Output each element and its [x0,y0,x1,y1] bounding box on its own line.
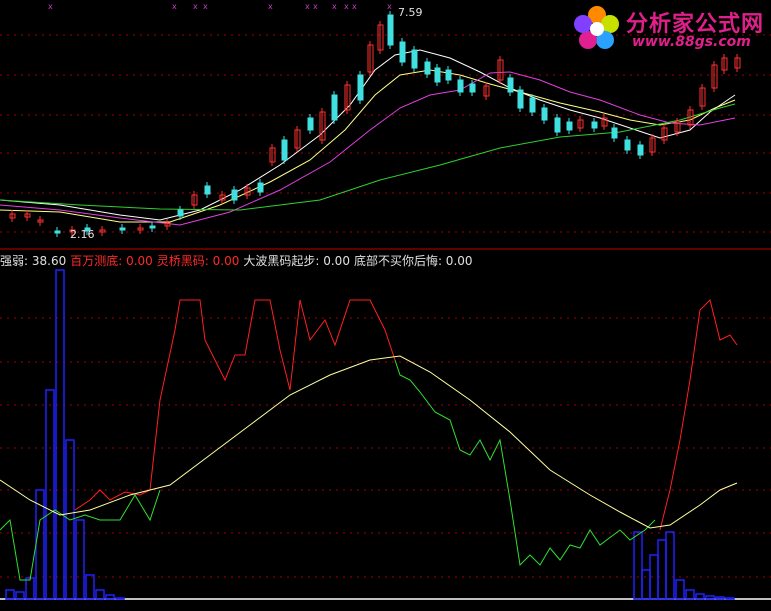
top-marker: x [352,2,357,11]
candle-body [566,121,573,131]
top-marker: x [193,2,198,11]
top-marker: x [48,2,53,11]
candle-body [177,209,184,217]
ma60-line [0,103,736,211]
histogram-bar [725,597,735,600]
indicator-2: 灵桥黑码: 0.00 [156,254,240,268]
indicator-0: 强弱: 38.60 [0,254,67,268]
candle-body [611,127,618,139]
top-marker: x [268,2,273,11]
candle-body [399,41,406,63]
histogram-bar [705,595,715,600]
histogram-bar [641,569,651,600]
candle-body [529,97,536,113]
candle-body [387,14,394,46]
top-marker: x [305,2,310,11]
candle-body [54,230,61,234]
brand-logo: 分析家公式网 www.88gs.com [570,2,770,58]
histogram-bar [25,577,35,600]
low-price-label: 2.16 [70,228,95,241]
candle-body [591,121,598,129]
candle-body [149,225,156,229]
candle-body [331,94,338,121]
strength-green-line-right [394,359,656,567]
candle-body [517,89,524,109]
histogram-bar [95,589,105,600]
indicator-4: 底部不买你后悔: 0.00 [353,254,473,268]
top-marker: x [344,2,349,11]
candle-body [624,139,631,151]
candle-body [357,74,364,101]
strength-yellow-line [0,355,738,529]
candle-body [469,83,476,93]
candle-body [257,182,264,193]
histogram-bar [657,539,667,600]
high-price-label: 7.59 [398,6,423,19]
indicator-1: 百万测底: 0.00 [70,254,153,268]
candle-body [637,144,644,156]
histogram-bar [15,591,25,600]
histogram-bar [675,579,685,600]
candle-body [231,189,238,201]
histogram-bar [5,589,15,600]
indicator-3: 大波黑码起步: 0.00 [243,254,350,268]
top-marker: x [332,2,337,11]
candle-body [119,227,126,231]
histogram-bar [75,519,85,600]
indicator-legend: 强弱: 38.60 百万测底: 0.00 灵桥黑码: 0.00 大波黑码起步: 0.0… [0,252,477,268]
histogram-bar [105,594,115,600]
histogram-bar [55,269,65,600]
histogram-bar [685,589,695,600]
histogram-bar [633,531,643,600]
candle-body [434,67,441,83]
top-marker: x [172,2,177,11]
histogram-bar [665,531,675,600]
histogram-bar [715,596,725,600]
strength-red-line-right [659,299,738,531]
candle-body [541,107,548,121]
candle-body [445,69,452,81]
histogram-bar [115,597,125,600]
candle-body [457,79,464,93]
histogram-bar [85,574,95,600]
brand-url: www.88gs.com [632,34,751,50]
strength-red-line [74,299,396,511]
candle-body [554,117,561,133]
top-marker: x [203,2,208,11]
candle-body [204,185,211,195]
top-marker: x [313,2,318,11]
flower-logo-icon [574,6,619,49]
stock-chart[interactable]: xxxxxxxxxxx [0,0,771,611]
candle-body [411,49,418,69]
histogram-bar [45,389,55,600]
histogram-bar [695,593,705,600]
candle-body [507,77,514,93]
candle-body [281,139,288,161]
candle-body [424,61,431,75]
candle-body [307,117,314,131]
strength-green-line-left [0,489,161,581]
top-marker: x [387,2,392,11]
